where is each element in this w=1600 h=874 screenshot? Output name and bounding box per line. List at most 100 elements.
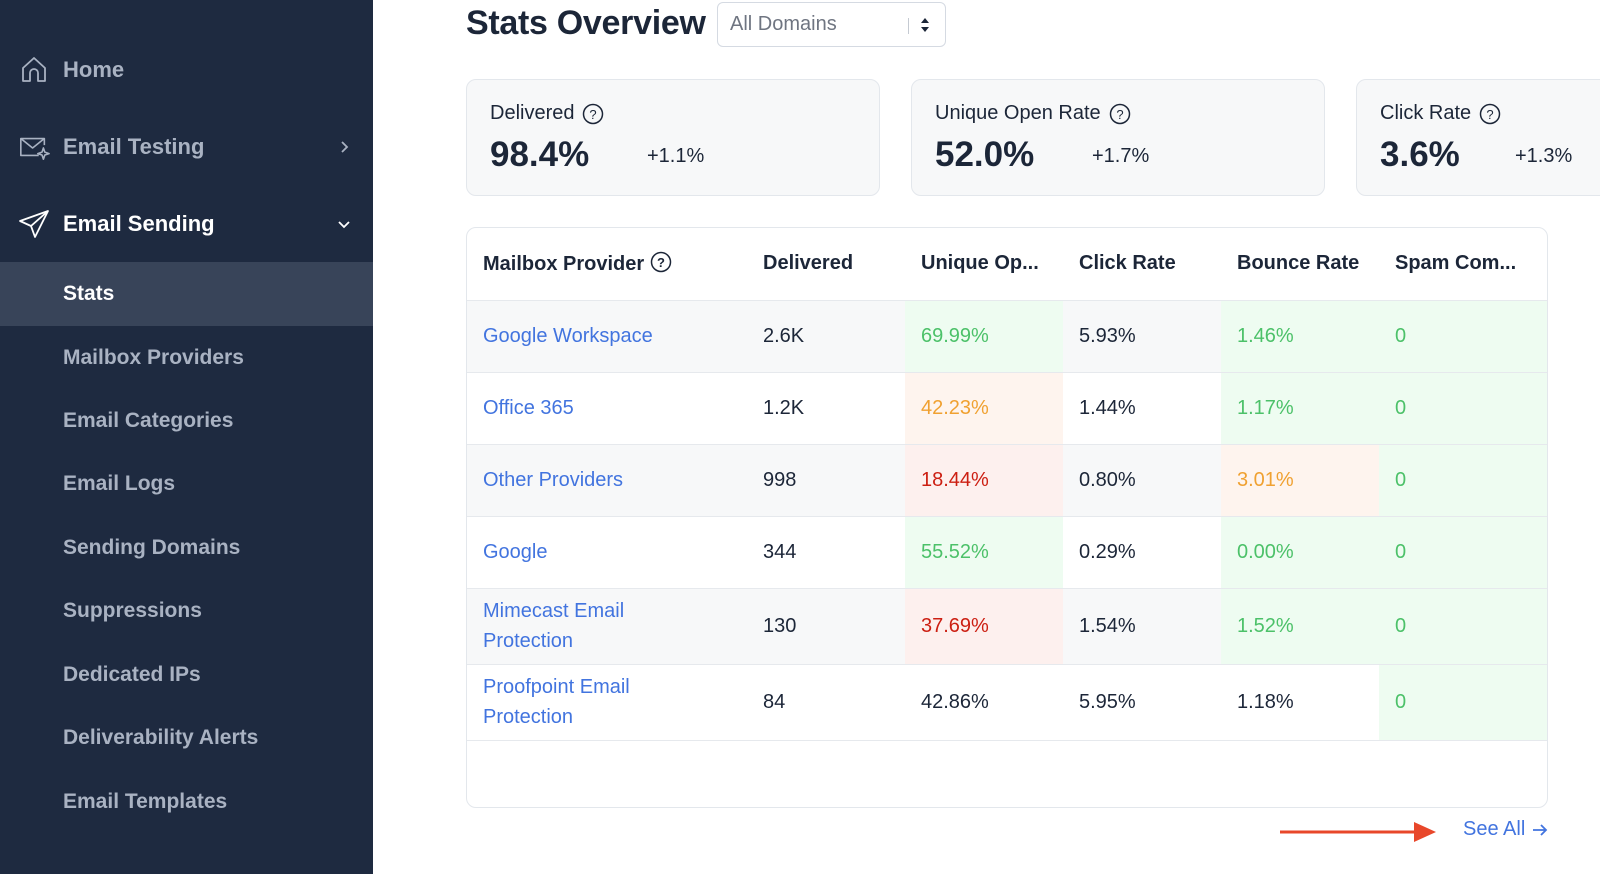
table-row: Google Workspace 2.6K 69.99% 5.93% 1.46% 0 xyxy=(467,300,1547,373)
provider-link[interactable]: Mimecast Email Protection xyxy=(483,596,653,656)
provider-link[interactable]: Google Workspace xyxy=(483,321,653,351)
sidebar-item-email-categories[interactable]: Email Categories xyxy=(0,389,373,453)
help-icon[interactable]: ? xyxy=(582,103,604,125)
provider-cell[interactable]: Other Providers xyxy=(467,444,747,517)
spam-complaints-cell: 0 xyxy=(1379,300,1547,373)
stat-card-click-rate: Click Rate ? 3.6% +1.3% xyxy=(1356,79,1600,196)
stat-card-delta: +1.7% xyxy=(1092,145,1150,167)
table-row: Proofpoint Email Protection 84 42.86% 5.95%… xyxy=(467,664,1547,741)
provider-cell[interactable]: Google xyxy=(467,516,747,589)
column-header-spam-complaints[interactable]: Spam Com... xyxy=(1379,228,1547,301)
bounce-rate-cell: 1.52% xyxy=(1221,588,1379,665)
provider-cell[interactable]: Proofpoint Email Protection xyxy=(467,664,747,741)
column-header-delivered[interactable]: Delivered xyxy=(747,228,905,301)
click-rate-cell: 5.93% xyxy=(1063,300,1221,373)
sidebar-item-mailbox-providers[interactable]: Mailbox Providers xyxy=(0,326,373,390)
see-all-link[interactable]: See All xyxy=(1463,818,1549,841)
sidebar-item-deliverability-alerts[interactable]: Deliverability Alerts xyxy=(0,706,373,770)
sidebar-item-label: Mailbox Providers xyxy=(63,346,244,369)
unique-open-rate-cell: 69.99% xyxy=(905,300,1063,373)
spam-complaints-cell: 0 xyxy=(1379,588,1547,665)
help-icon[interactable]: ? xyxy=(650,251,672,273)
sidebar-item-label: Deliverability Alerts xyxy=(63,726,259,749)
unique-open-rate-cell: 18.44% xyxy=(905,444,1063,517)
sidebar-item-email-templates[interactable]: Email Templates xyxy=(0,770,373,834)
select-divider xyxy=(908,18,909,34)
bounce-rate-cell: 0.00% xyxy=(1221,516,1379,589)
unique-open-rate-cell: 42.23% xyxy=(905,372,1063,445)
column-header-click-rate[interactable]: Click Rate xyxy=(1063,228,1221,301)
stat-card-delta: +1.1% xyxy=(647,145,705,167)
click-rate-cell: 0.29% xyxy=(1063,516,1221,589)
sort-arrows-icon xyxy=(921,18,929,32)
sidebar-item-label: Email Logs xyxy=(63,472,176,495)
provider-link[interactable]: Proofpoint Email Protection xyxy=(483,672,653,732)
main-content: Stats Overview All Domains Delivered ? 9… xyxy=(373,0,1600,874)
bounce-rate-cell: 1.17% xyxy=(1221,372,1379,445)
provider-link[interactable]: Other Providers xyxy=(483,465,623,495)
provider-cell[interactable]: Mimecast Email Protection xyxy=(467,588,747,665)
sidebar-item-label: Email Categories xyxy=(63,409,234,432)
sidebar-item-label: Email Testing xyxy=(63,134,205,159)
provider-link[interactable]: Office 365 xyxy=(483,393,574,423)
paper-plane-icon xyxy=(18,208,50,240)
table-row: Google 344 55.52% 0.29% 0.00% 0 xyxy=(467,516,1547,589)
delivered-cell: 1.2K xyxy=(747,372,905,445)
sidebar-item-stats[interactable]: Stats xyxy=(0,262,373,326)
column-header-unique-open-rate[interactable]: Unique Op... xyxy=(905,228,1063,301)
column-header-bounce-rate[interactable]: Bounce Rate xyxy=(1221,228,1379,301)
provider-link[interactable]: Google xyxy=(483,537,548,567)
delivered-cell: 344 xyxy=(747,516,905,589)
unique-open-rate-cell: 37.69% xyxy=(905,588,1063,665)
spam-complaints-cell: 0 xyxy=(1379,444,1547,517)
domain-select[interactable]: All Domains xyxy=(717,2,946,47)
stat-card-unique-open-rate: Unique Open Rate ? 52.0% +1.7% xyxy=(911,79,1325,196)
sidebar-item-email-logs[interactable]: Email Logs xyxy=(0,452,373,516)
provider-cell[interactable]: Google Workspace xyxy=(467,300,747,373)
arrow-right-icon xyxy=(1533,823,1548,836)
help-icon[interactable]: ? xyxy=(1109,103,1131,125)
delivered-cell: 998 xyxy=(747,444,905,517)
annotation-arrow xyxy=(1280,822,1436,842)
click-rate-cell: 1.44% xyxy=(1063,372,1221,445)
sidebar-item-dedicated-ips[interactable]: Dedicated IPs xyxy=(0,643,373,707)
bounce-rate-cell: 1.18% xyxy=(1221,664,1379,741)
table-row: Other Providers 998 18.44% 0.80% 3.01% 0 xyxy=(467,444,1547,517)
click-rate-cell: 0.80% xyxy=(1063,444,1221,517)
stat-card-delta: +1.3% xyxy=(1515,145,1573,167)
see-all-label: See All xyxy=(1463,818,1526,840)
spam-complaints-cell: 0 xyxy=(1379,516,1547,589)
bounce-rate-cell: 3.01% xyxy=(1221,444,1379,517)
stat-card-delivered: Delivered ? 98.4% +1.1% xyxy=(466,79,880,196)
sidebar-item-label: Stats xyxy=(63,282,115,305)
delivered-cell: 84 xyxy=(747,664,905,741)
mail-sparkle-icon xyxy=(18,131,50,163)
sidebar-item-suppressions[interactable]: Suppressions xyxy=(0,579,373,643)
delivered-cell: 130 xyxy=(747,588,905,665)
help-icon[interactable]: ? xyxy=(1479,103,1501,125)
sidebar-item-sending-domains[interactable]: Sending Domains xyxy=(0,516,373,580)
click-rate-cell: 1.54% xyxy=(1063,588,1221,665)
svg-text:?: ? xyxy=(657,255,665,270)
delivered-cell: 2.6K xyxy=(747,300,905,373)
sidebar-item-email-testing[interactable]: Email Testing xyxy=(0,115,373,179)
unique-open-rate-cell: 42.86% xyxy=(905,664,1063,741)
home-icon xyxy=(18,54,50,86)
sidebar-item-label: Dedicated IPs xyxy=(63,663,201,686)
svg-text:?: ? xyxy=(1116,107,1123,122)
provider-cell[interactable]: Office 365 xyxy=(467,372,747,445)
sidebar-item-label: Email Sending xyxy=(63,211,215,236)
stat-card-label: Click Rate xyxy=(1380,102,1472,124)
sidebar-item-email-sending[interactable]: Email Sending xyxy=(0,192,373,256)
sidebar-item-label: Sending Domains xyxy=(63,536,241,559)
sidebar-item-home[interactable]: Home xyxy=(0,38,373,102)
svg-text:?: ? xyxy=(590,107,597,122)
stat-card-value: 98.4% xyxy=(490,135,590,174)
chevron-right-icon xyxy=(337,140,351,154)
bounce-rate-cell: 1.46% xyxy=(1221,300,1379,373)
sidebar: Home Email Testing Email Sending Stats M… xyxy=(0,0,373,874)
column-header-mailbox-provider[interactable]: Mailbox Provider? xyxy=(467,228,747,301)
stat-card-value: 3.6% xyxy=(1380,135,1460,174)
click-rate-cell: 5.95% xyxy=(1063,664,1221,741)
page-title: Stats Overview xyxy=(466,4,706,42)
